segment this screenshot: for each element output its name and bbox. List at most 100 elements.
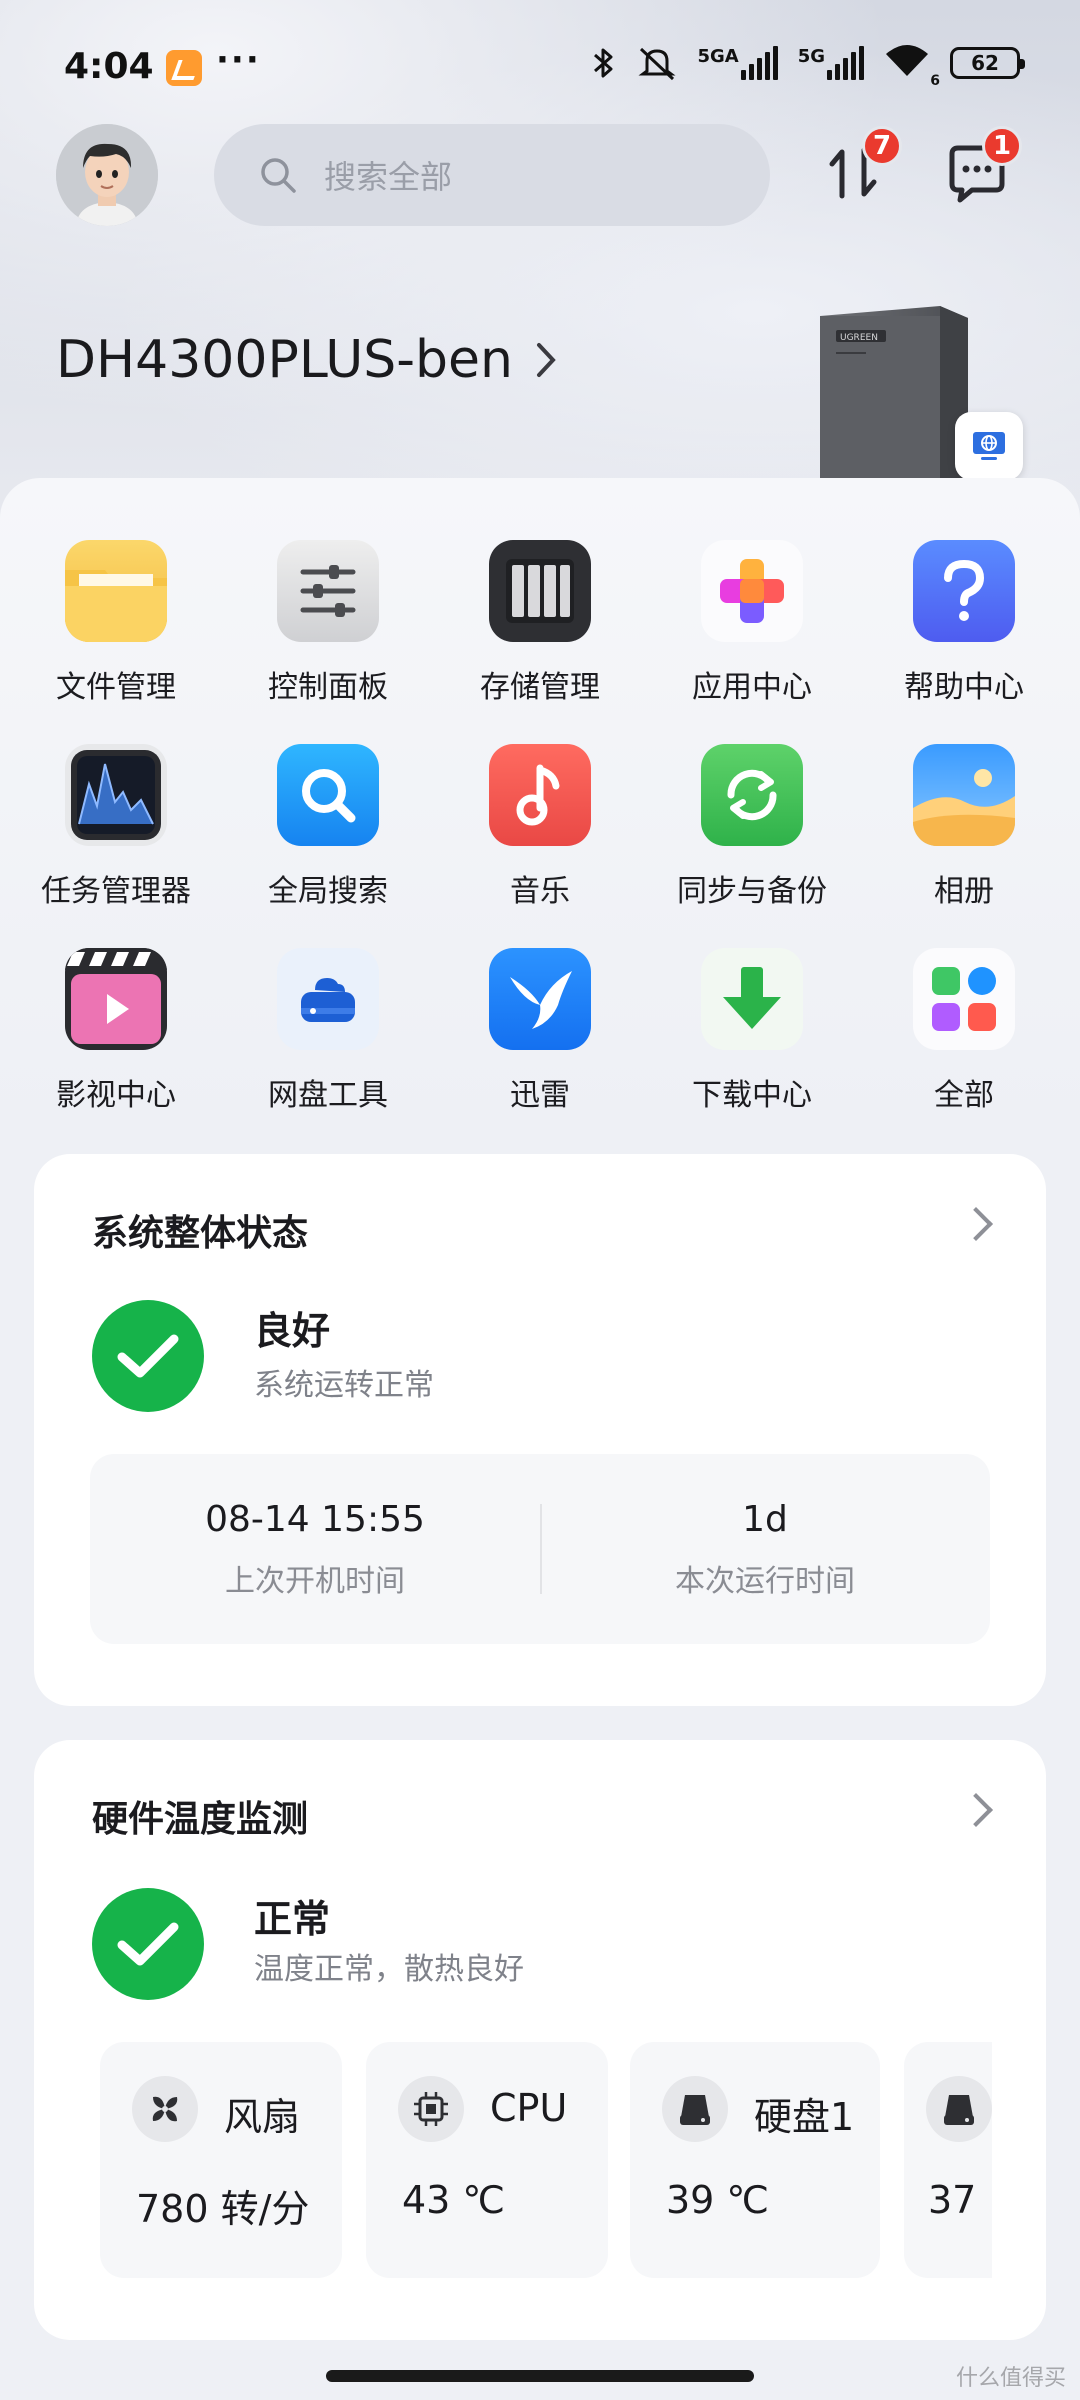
system-state-desc: 系统运转正常 xyxy=(254,1368,434,1403)
app-all[interactable]: 全部 xyxy=(858,948,1070,1114)
boot-time-label: 上次开机时间 xyxy=(225,1563,405,1599)
wifi: 6 xyxy=(884,42,940,89)
app-task-manager[interactable]: 任务管理器 xyxy=(10,744,222,910)
watermark: 什么值得买 xyxy=(955,2366,1066,2391)
app-label: 存储管理 xyxy=(480,670,600,705)
disk-icon xyxy=(662,2076,728,2142)
help-icon xyxy=(913,540,1015,642)
nas-brand-label: UGREEN xyxy=(840,333,878,343)
app-file-manager[interactable]: 文件管理 xyxy=(10,540,222,706)
battery-level: 62 xyxy=(971,50,999,75)
sensor-disk1: 硬盘1 39 ℃ xyxy=(630,2042,880,2278)
signal-1: 5GA xyxy=(697,45,778,80)
network-type-1: 5GA xyxy=(697,45,739,67)
sensor-cpu: CPU 43 ℃ xyxy=(366,2042,608,2278)
app-label: 帮助中心 xyxy=(904,670,1024,705)
sync-icon xyxy=(701,744,803,846)
app-video-center[interactable]: 影视中心 xyxy=(10,948,222,1114)
home-indicator[interactable] xyxy=(326,2370,754,2382)
cpu-icon xyxy=(398,2076,464,2142)
hardware-temp-card[interactable]: 硬件温度监测 正常 温度正常，散热良好 风扇 780 转/分 CPU 43 ℃ … xyxy=(34,1740,1046,2340)
boot-time-value: 08-14 15:55 xyxy=(205,1498,425,1540)
device-selector[interactable]: DH4300PLUS-ben xyxy=(56,330,557,390)
app-control-panel[interactable]: 控制面板 xyxy=(222,540,434,706)
sensor-list[interactable]: 风扇 780 转/分 CPU 43 ℃ 硬盘1 39 ℃ 37 xyxy=(100,2042,992,2278)
signal-2: 5G xyxy=(797,45,864,80)
app-center-icon xyxy=(701,540,803,642)
battery-indicator: 62 xyxy=(950,46,1025,79)
app-grid: 文件管理 控制面板 存储管理 应用中心 帮助中心 任务管理器 全局搜索 音乐 同… xyxy=(0,540,1080,1114)
remote-access-button[interactable] xyxy=(955,412,1023,480)
app-label: 音乐 xyxy=(510,874,570,909)
transfer-badge: 7 xyxy=(862,126,902,166)
notification-app-icon xyxy=(166,50,202,86)
music-icon xyxy=(489,744,591,846)
app-label: 同步与备份 xyxy=(677,874,827,909)
sensor-value: 39 ℃ xyxy=(666,2178,770,2222)
app-label: 任务管理器 xyxy=(41,874,191,909)
uptime-value: 1d xyxy=(742,1498,788,1540)
app-label: 全部 xyxy=(934,1078,994,1113)
app-cloud-disk-tools[interactable]: 网盘工具 xyxy=(222,948,434,1114)
global-search-icon xyxy=(277,744,379,846)
sensor-name: CPU xyxy=(490,2086,568,2130)
transfer-button[interactable]: 7 xyxy=(820,126,902,206)
network-type-2: 5G xyxy=(797,45,825,67)
mute-bell-icon xyxy=(638,47,676,80)
app-photos[interactable]: 相册 xyxy=(858,744,1070,910)
search-bar[interactable]: 搜索全部 xyxy=(214,124,770,226)
app-label: 应用中心 xyxy=(692,670,812,705)
sensor-fan: 风扇 780 转/分 xyxy=(100,2042,342,2278)
nas-device-icon: UGREEN xyxy=(820,306,968,490)
system-status-title: 系统整体状态 xyxy=(92,1213,309,1254)
sensor-name: 风扇 xyxy=(224,2095,301,2139)
chevron-right-icon xyxy=(959,1793,993,1827)
app-label: 迅雷 xyxy=(510,1078,570,1113)
check-circle-icon xyxy=(92,1888,204,2000)
sensor-value: 780 转/分 xyxy=(136,2187,310,2231)
chevron-right-icon xyxy=(537,343,556,377)
sensor-value: 43 ℃ xyxy=(402,2178,506,2222)
user-avatar[interactable] xyxy=(56,124,158,226)
app-storage-manager[interactable]: 存储管理 xyxy=(434,540,646,706)
uptime-label: 本次运行时间 xyxy=(675,1563,855,1599)
all-apps-icon xyxy=(913,948,1015,1050)
app-help-center[interactable]: 帮助中心 xyxy=(858,540,1070,706)
more-notifications-icon: ··· xyxy=(216,40,261,80)
status-time: 4:04 xyxy=(64,46,154,87)
status-icons: 5GA 5G 6 62 xyxy=(591,42,1025,89)
wifi-version: 6 xyxy=(930,73,940,89)
storage-icon xyxy=(489,540,591,642)
fan-icon xyxy=(132,2076,198,2142)
hardware-state: 正常 xyxy=(254,1897,331,1941)
bluetooth-icon xyxy=(594,48,613,77)
disk-icon xyxy=(926,2076,992,2142)
sensor-name: 硬盘1 xyxy=(754,2095,855,2139)
app-label: 文件管理 xyxy=(56,670,176,705)
app-label: 网盘工具 xyxy=(268,1078,388,1113)
device-name: DH4300PLUS-ben xyxy=(56,330,514,390)
sliders-icon xyxy=(277,540,379,642)
system-status-card[interactable]: 系统整体状态 良好 系统运转正常 08-14 15:55 上次开机时间 1d 本… xyxy=(34,1154,1046,1706)
boot-time-stat: 08-14 15:55 上次开机时间 xyxy=(90,1454,540,1644)
system-state: 良好 xyxy=(254,1309,331,1353)
avatar-icon xyxy=(56,124,158,226)
app-sync-backup[interactable]: 同步与备份 xyxy=(646,744,858,910)
monitor-globe-icon xyxy=(973,432,1005,460)
check-circle-icon xyxy=(92,1300,204,1412)
video-icon xyxy=(65,948,167,1050)
cloud-disk-icon xyxy=(277,948,379,1050)
app-xunlei[interactable]: 迅雷 xyxy=(434,948,646,1114)
app-global-search[interactable]: 全局搜索 xyxy=(222,744,434,910)
app-app-center[interactable]: 应用中心 xyxy=(646,540,858,706)
app-music[interactable]: 音乐 xyxy=(434,744,646,910)
app-label: 相册 xyxy=(934,874,994,909)
app-download-center[interactable]: 下载中心 xyxy=(646,948,858,1114)
chevron-right-icon xyxy=(959,1207,993,1241)
sensor-value: 37 xyxy=(928,2178,977,2222)
photos-icon xyxy=(913,744,1015,846)
sensor-disk2: 37 xyxy=(904,2042,992,2278)
hardware-state-desc: 温度正常，散热良好 xyxy=(254,1952,524,1987)
wifi-icon xyxy=(886,45,928,76)
messages-button[interactable]: 1 xyxy=(944,126,1022,206)
